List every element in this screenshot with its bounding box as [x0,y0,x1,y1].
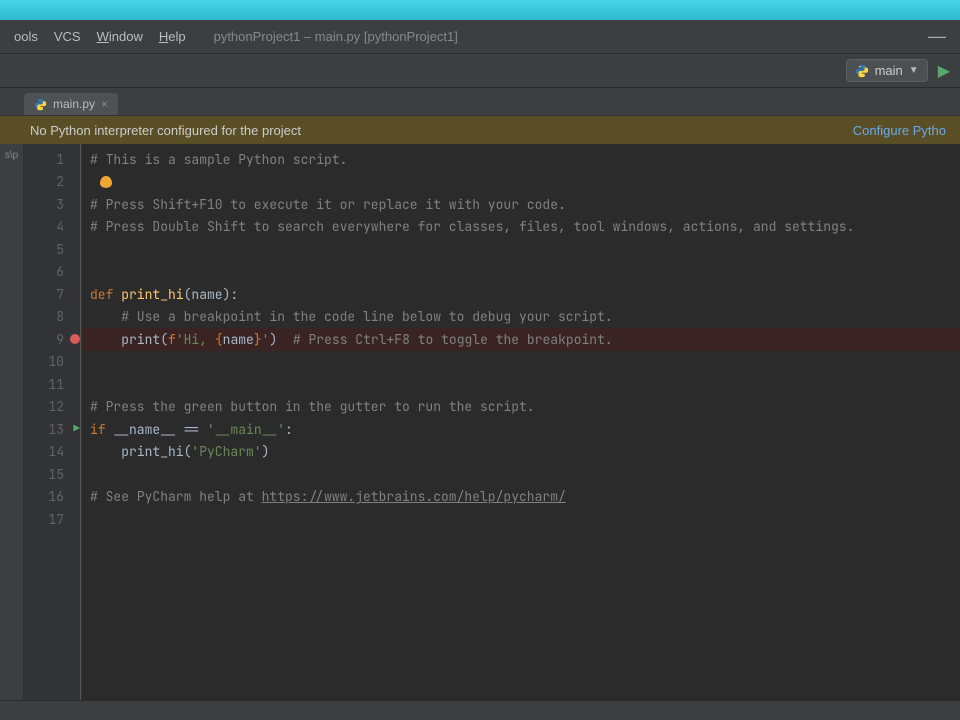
gutter-line-4[interactable]: 4 [24,216,82,239]
menu-tools[interactable]: ools [6,20,46,53]
code-line[interactable] [82,463,960,486]
menubar: ools VCS Window Help pythonProject1 – ma… [0,20,960,54]
run-config-label: main [875,63,903,78]
gutter-line-3[interactable]: 3 [24,193,82,216]
gutter-line-10[interactable]: 10 [24,351,82,374]
tab-close-icon[interactable]: × [101,97,108,111]
gutter-line-13[interactable]: 13▶ [24,418,82,441]
breakpoint-icon[interactable] [70,334,80,344]
editor-tabs: main.py × [0,88,960,116]
code-line[interactable]: # See PyCharm help at https://www.jetbra… [82,486,960,509]
code-line[interactable]: if __name__ == '__main__': [82,418,960,441]
menu-help[interactable]: Help [151,20,194,53]
configure-interpreter-link[interactable]: Configure Pytho [853,123,946,138]
gutter-line-9[interactable]: 9 [24,328,82,351]
gutter-line-15[interactable]: 15 [24,463,82,486]
window-path: pythonProject1 – main.py [pythonProject1… [214,29,458,44]
code-area[interactable]: # This is a sample Python script. # Press… [82,144,960,700]
gutter-line-1[interactable]: 1 [24,148,82,171]
toolbar: main ▼ ▶ [0,54,960,88]
gutter-line-5[interactable]: 5 [24,238,82,261]
gutter-line-6[interactable]: 6 [24,261,82,284]
gutter-line-16[interactable]: 16 [24,486,82,509]
tab-label: main.py [53,97,95,111]
chevron-down-icon: ▼ [909,65,919,76]
intention-bulb-icon[interactable] [100,176,112,188]
gutter-line-8[interactable]: 8 [24,306,82,329]
gutter[interactable]: 12345678910111213▶14151617 [24,144,82,700]
gutter-line-17[interactable]: 17 [24,508,82,531]
warning-text: No Python interpreter configured for the… [30,123,301,138]
interpreter-warning-bar: No Python interpreter configured for the… [0,116,960,144]
code-line[interactable] [82,261,960,284]
python-file-icon [34,98,47,111]
code-line[interactable]: # Use a breakpoint in the code line belo… [82,306,960,329]
code-line[interactable] [82,373,960,396]
code-line[interactable]: print_hi('PyCharm') [82,441,960,464]
code-line[interactable] [82,351,960,374]
menu-window[interactable]: Window [89,20,151,53]
code-line[interactable]: print(f'Hi, {name}') # Press Ctrl+F8 to … [82,328,960,351]
menu-vcs[interactable]: VCS [46,20,89,53]
code-line[interactable]: # Press Shift+F10 to execute it or repla… [82,193,960,216]
tool-window-stripe-left[interactable]: s\p [0,144,24,700]
code-line[interactable] [82,171,960,194]
os-titlebar-stripe [0,0,960,20]
python-icon [855,64,869,78]
gutter-line-7[interactable]: 7 [24,283,82,306]
run-configuration-dropdown[interactable]: main ▼ [846,59,928,82]
gutter-line-2[interactable]: 2 [24,171,82,194]
gutter-line-11[interactable]: 11 [24,373,82,396]
code-line[interactable]: # Press the green button in the gutter t… [82,396,960,419]
code-line[interactable] [82,238,960,261]
code-line[interactable]: # Press Double Shift to search everywher… [82,216,960,239]
editor: s\p 12345678910111213▶14151617 # This is… [0,144,960,700]
run-gutter-icon[interactable]: ▶ [73,422,80,436]
run-button[interactable]: ▶ [938,61,950,81]
tab-main-py[interactable]: main.py × [24,93,118,115]
statusbar [0,700,960,720]
code-line[interactable] [82,508,960,531]
code-line[interactable]: # This is a sample Python script. [82,148,960,171]
code-line[interactable]: def print_hi(name): [82,283,960,306]
gutter-line-12[interactable]: 12 [24,396,82,419]
window-minimize-button[interactable]: — [920,26,954,47]
gutter-line-14[interactable]: 14 [24,441,82,464]
